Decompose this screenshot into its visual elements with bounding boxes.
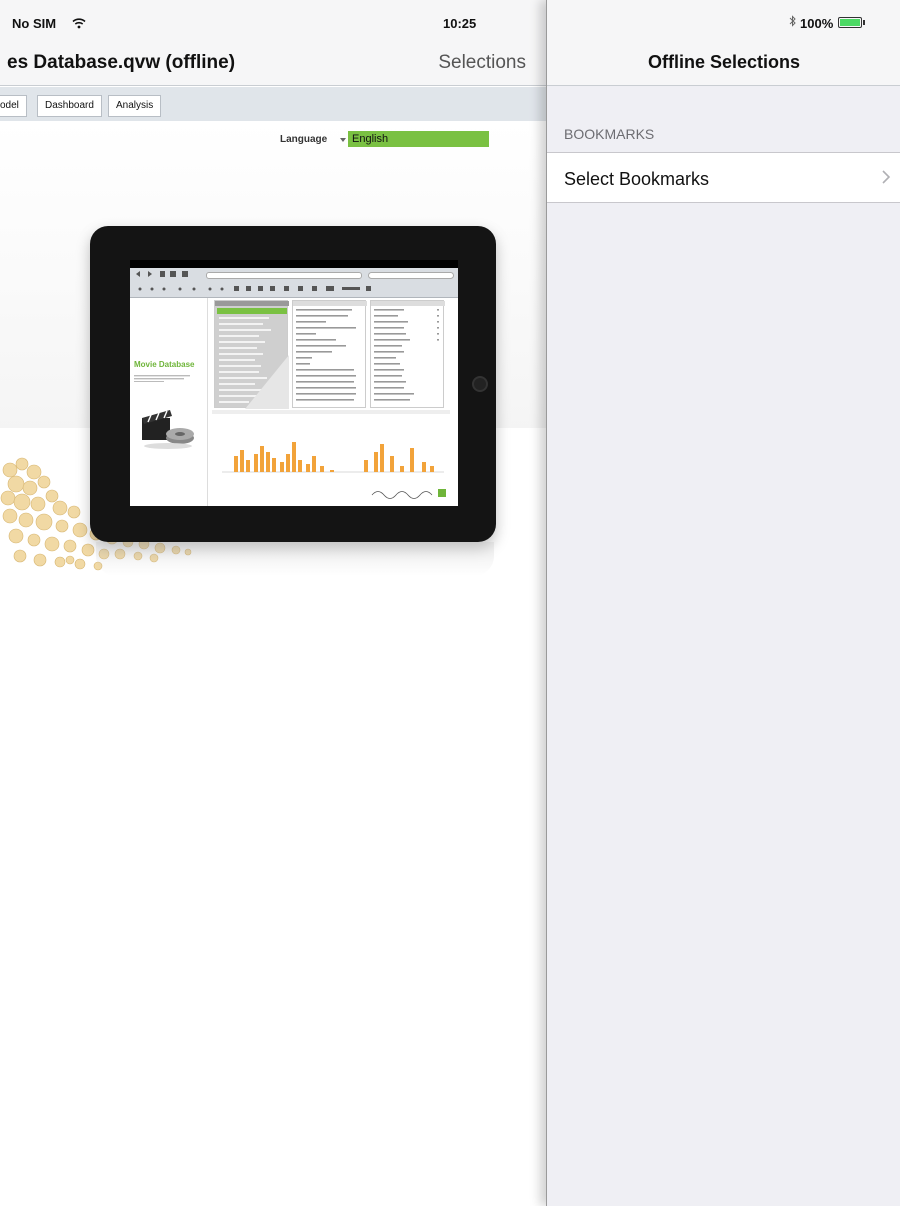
tablet-reflection	[96, 542, 494, 576]
panel-title: Offline Selections	[647, 52, 801, 72]
tablet-listbox-genre-rows	[215, 301, 289, 409]
bluetooth-icon	[789, 15, 797, 30]
tablet-footer-logo-image	[371, 489, 446, 499]
tablet-listbox-title	[292, 300, 367, 408]
tablet-status-strip	[130, 260, 458, 268]
status-bar-right: 100%	[547, 0, 900, 40]
wifi-icon	[72, 16, 86, 34]
tablet-listbox-title-rows	[293, 301, 367, 401]
tablet-listbox-actor	[370, 300, 445, 408]
select-bookmarks-row[interactable]: Select Bookmarks	[547, 152, 900, 203]
status-bar: No SIM 10:25	[0, 0, 546, 40]
tab-dashboard[interactable]: Dashboard	[37, 95, 102, 117]
panel-navbar: Offline Selections	[547, 40, 900, 86]
document-title: es Database.qvw (offline)	[7, 52, 236, 73]
carrier-label: No SIM	[12, 16, 57, 31]
document-view: No SIM 10:25 es Database.qvw (offline) S…	[0, 0, 546, 1206]
select-bookmarks-label: Select Bookmarks	[564, 169, 710, 189]
tablet-listbox-actor-rows	[371, 301, 445, 401]
tab-analysis[interactable]: Analysis	[108, 95, 162, 117]
movie-database-title: Movie Database	[134, 360, 195, 369]
tablet-screen-image: Movie Database	[130, 260, 458, 506]
offline-selections-panel: 100% Offline Selections BOOKMARKS Select…	[546, 0, 900, 1206]
clock: 10:25	[443, 16, 477, 31]
tablet-caption-lines	[134, 375, 190, 382]
clapperboard-icon	[142, 410, 194, 449]
tablet-toolbar	[130, 268, 458, 298]
battery-nub	[863, 20, 865, 25]
tablet-list-boxes	[210, 300, 450, 409]
section-header-bookmarks: BOOKMARKS	[564, 126, 655, 142]
tablet-sidebar: Movie Database	[130, 298, 208, 506]
tablet-toolbar-icons	[136, 271, 371, 291]
tablet-bar-chart-image	[212, 410, 450, 473]
document-navbar: es Database.qvw (offline) Selections	[0, 40, 546, 86]
home-button-icon	[472, 376, 488, 392]
sheet-tab-bar: odel Dashboard Analysis	[0, 87, 546, 121]
language-label: Language	[280, 134, 328, 145]
battery-percentage: 100%	[800, 16, 834, 31]
tablet-listbox-genre	[214, 300, 289, 409]
chevron-right-icon	[881, 168, 891, 191]
tab-model[interactable]: odel	[0, 95, 27, 117]
dropdown-arrow-icon	[340, 138, 346, 142]
battery-icon	[838, 17, 862, 28]
selections-button[interactable]: Selections	[438, 52, 526, 74]
language-select[interactable]: English	[348, 131, 489, 147]
